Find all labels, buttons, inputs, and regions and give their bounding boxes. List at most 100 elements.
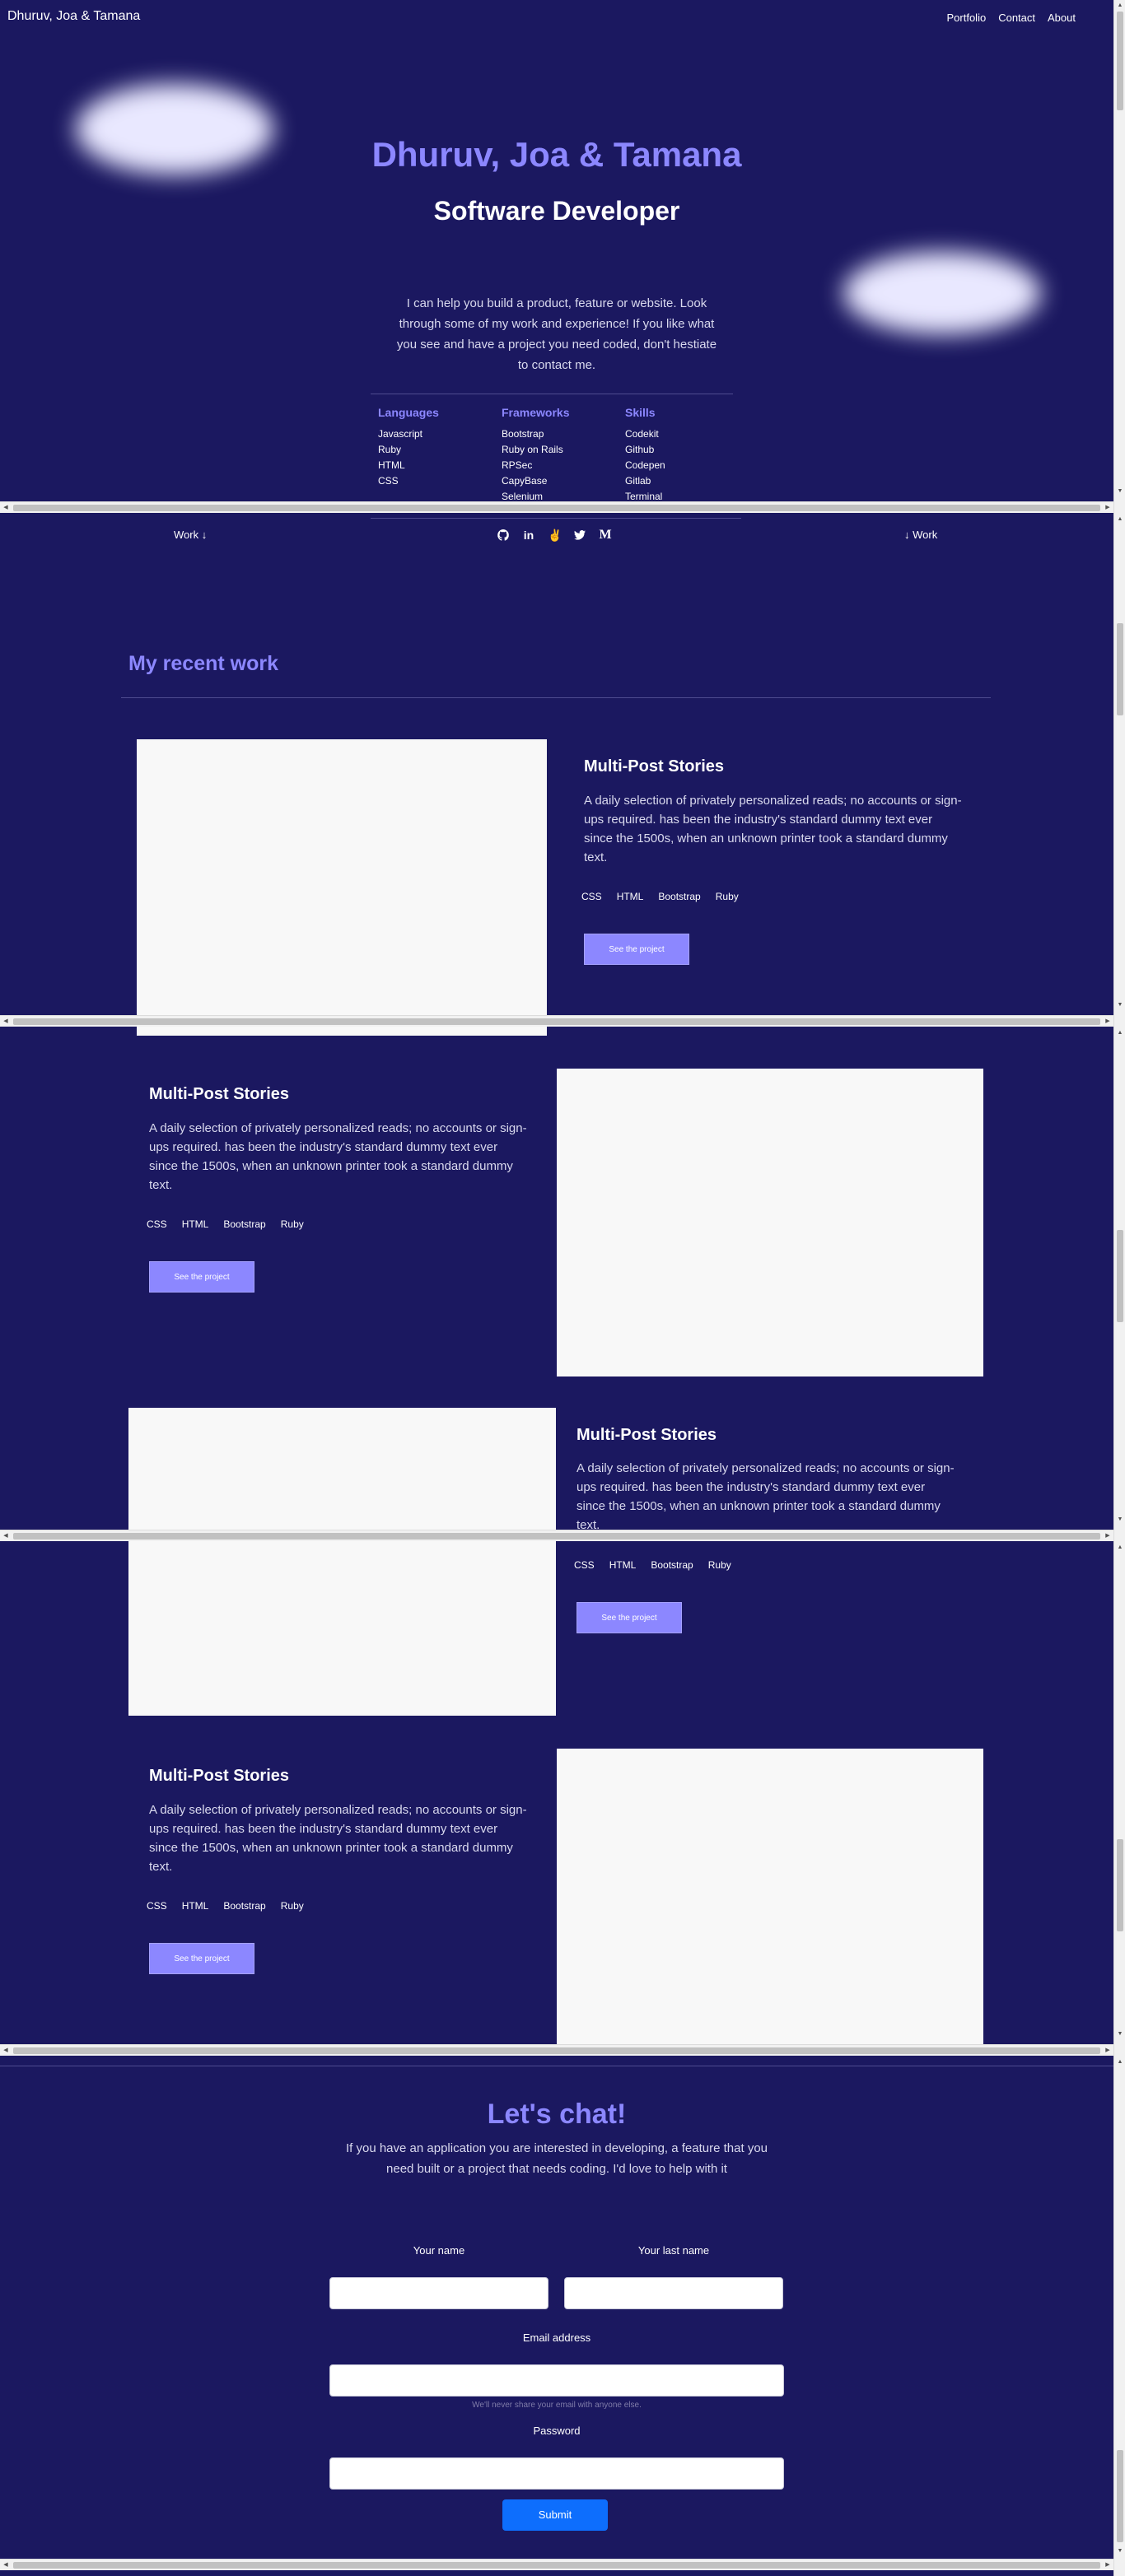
project-title: Multi-Post Stories: [149, 1085, 290, 1103]
scroll-up-arrow[interactable]: ▲: [1117, 515, 1123, 524]
nav-about[interactable]: About: [1048, 12, 1076, 24]
contact-text: If you have an application you are inter…: [345, 2141, 768, 2176]
tag: Ruby: [280, 1900, 304, 1912]
scroll-right-arrow[interactable]: ▶: [1104, 1532, 1112, 1540]
twitter-icon[interactable]: [573, 529, 586, 542]
scroll-left-arrow[interactable]: ◀: [2, 2047, 10, 2055]
scrollbar-thumb[interactable]: [13, 505, 1100, 511]
project-image: [128, 1408, 556, 1716]
project-tags: CSS HTML Bootstrap Ruby: [147, 1900, 304, 1912]
project-title: Multi-Post Stories: [584, 757, 725, 776]
divider: [371, 518, 741, 519]
scroll-right-arrow[interactable]: ▶: [1104, 2561, 1112, 2569]
scroll-right-arrow[interactable]: ▶: [1104, 504, 1112, 512]
tech-item: Codepen: [625, 459, 665, 471]
horizontal-scrollbar[interactable]: ◀ ▶: [0, 501, 1113, 513]
brand-name[interactable]: Dhuruv, Joa & Tamana: [7, 9, 140, 24]
angellist-icon[interactable]: ✌: [548, 529, 562, 542]
tag: HTML: [609, 1559, 637, 1571]
tag: Bootstrap: [651, 1559, 693, 1571]
tag: Ruby: [280, 1218, 304, 1230]
project-description: A daily selection of privately personali…: [584, 794, 962, 864]
see-project-button[interactable]: See the project: [577, 1602, 682, 1633]
tech-item: Github: [625, 444, 655, 455]
scroll-up-arrow[interactable]: ▲: [1117, 1544, 1123, 1552]
scroll-down-arrow[interactable]: ▼: [1117, 487, 1123, 496]
nav-portfolio[interactable]: Portfolio: [947, 12, 987, 24]
contact-title: Let's chat!: [487, 2099, 627, 2130]
tag: HTML: [616, 891, 644, 902]
see-project-button[interactable]: See the project: [149, 1261, 254, 1293]
scrollbar-thumb[interactable]: [13, 2047, 1100, 2054]
tag: HTML: [181, 1218, 209, 1230]
first-name-label: Your name: [413, 2244, 465, 2257]
scroll-down-arrow[interactable]: ▼: [1117, 2030, 1123, 2038]
tech-item: Codekit: [625, 428, 659, 440]
email-input[interactable]: [329, 2364, 784, 2397]
scroll-down-arrow[interactable]: ▼: [1117, 1001, 1123, 1009]
tag: CSS: [147, 1900, 167, 1912]
scroll-up-arrow[interactable]: ▲: [1117, 2, 1123, 10]
work-link-left[interactable]: Work ↓: [174, 529, 207, 541]
vertical-scrollbar[interactable]: ▲ ▼ ▲ ▼ ▲ ▼ ▲ ▼ ▲ ▼: [1113, 0, 1125, 2576]
email-help-text: We'll never share your email with anyone…: [472, 2401, 642, 2410]
tech-item: Javascript: [378, 428, 423, 440]
password-input[interactable]: [329, 2457, 784, 2490]
scroll-down-arrow[interactable]: ▼: [1117, 1516, 1123, 1524]
project-description: A daily selection of privately personali…: [149, 1121, 527, 1192]
tag: Bootstrap: [223, 1218, 266, 1230]
scroll-up-arrow[interactable]: ▲: [1117, 2058, 1123, 2066]
tech-languages: Languages Javascript Ruby HTML CSS: [378, 406, 485, 489]
scroll-right-arrow[interactable]: ▶: [1104, 1018, 1112, 1026]
scroll-left-arrow[interactable]: ◀: [2, 1018, 10, 1026]
tech-item: HTML: [378, 459, 405, 471]
tech-languages-title: Languages: [378, 406, 439, 419]
submit-button[interactable]: Submit: [502, 2499, 608, 2531]
project-description: A daily selection of privately personali…: [577, 1461, 955, 1532]
horizontal-scrollbar[interactable]: ◀ ▶: [0, 2559, 1113, 2570]
password-label: Password: [533, 2425, 581, 2437]
scroll-left-arrow[interactable]: ◀: [2, 2561, 10, 2569]
decorative-blob-right: [843, 252, 1041, 334]
medium-icon[interactable]: M: [599, 529, 612, 542]
tag: HTML: [181, 1900, 209, 1912]
horizontal-scrollbar[interactable]: ◀ ▶: [0, 1530, 1113, 1541]
github-icon[interactable]: [497, 529, 510, 542]
last-name-input[interactable]: [564, 2277, 783, 2309]
work-link-right[interactable]: ↓ Work: [904, 529, 937, 541]
tech-item: CSS: [378, 475, 399, 487]
scrollbar-thumb[interactable]: [1117, 2450, 1123, 2542]
scroll-up-arrow[interactable]: ▲: [1117, 1029, 1123, 1037]
scroll-left-arrow[interactable]: ◀: [2, 504, 10, 512]
scrollbar-thumb[interactable]: [1117, 623, 1123, 715]
scroll-right-arrow[interactable]: ▶: [1104, 2047, 1112, 2055]
section-title: My recent work: [128, 652, 279, 675]
tag: CSS: [147, 1218, 167, 1230]
hero-intro: I can help you build a product, feature …: [396, 296, 717, 372]
tech-skills-title: Skills: [625, 406, 656, 419]
hero-name: Dhuruv, Joa & Tamana: [371, 135, 742, 174]
scrollbar-thumb[interactable]: [1117, 1839, 1123, 1931]
project-description: A daily selection of privately personali…: [149, 1803, 527, 1874]
scrollbar-thumb[interactable]: [1117, 1230, 1123, 1322]
scroll-down-arrow[interactable]: ▼: [1117, 2547, 1123, 2555]
nav-contact[interactable]: Contact: [998, 12, 1035, 24]
linkedin-icon[interactable]: in: [522, 529, 535, 542]
horizontal-scrollbar[interactable]: ◀ ▶: [0, 2044, 1113, 2056]
see-project-button[interactable]: See the project: [584, 934, 689, 965]
tag: CSS: [581, 891, 602, 902]
horizontal-scrollbar[interactable]: ◀ ▶: [0, 1015, 1113, 1027]
first-name-input[interactable]: [329, 2277, 548, 2309]
scrollbar-thumb[interactable]: [13, 1018, 1100, 1025]
project-tags: CSS HTML Bootstrap Ruby: [147, 1218, 304, 1230]
see-project-button[interactable]: See the project: [149, 1943, 254, 1974]
scroll-left-arrow[interactable]: ◀: [2, 1532, 10, 1540]
project-title: Multi-Post Stories: [149, 1767, 290, 1785]
tag: Bootstrap: [658, 891, 701, 902]
hero-role: Software Developer: [433, 196, 680, 226]
scrollbar-thumb[interactable]: [13, 2562, 1100, 2569]
main-nav: Portfolio Contact About: [947, 12, 1076, 24]
scrollbar-thumb[interactable]: [13, 1533, 1100, 1540]
scrollbar-thumb[interactable]: [1117, 12, 1123, 110]
email-label: Email address: [522, 2331, 591, 2344]
